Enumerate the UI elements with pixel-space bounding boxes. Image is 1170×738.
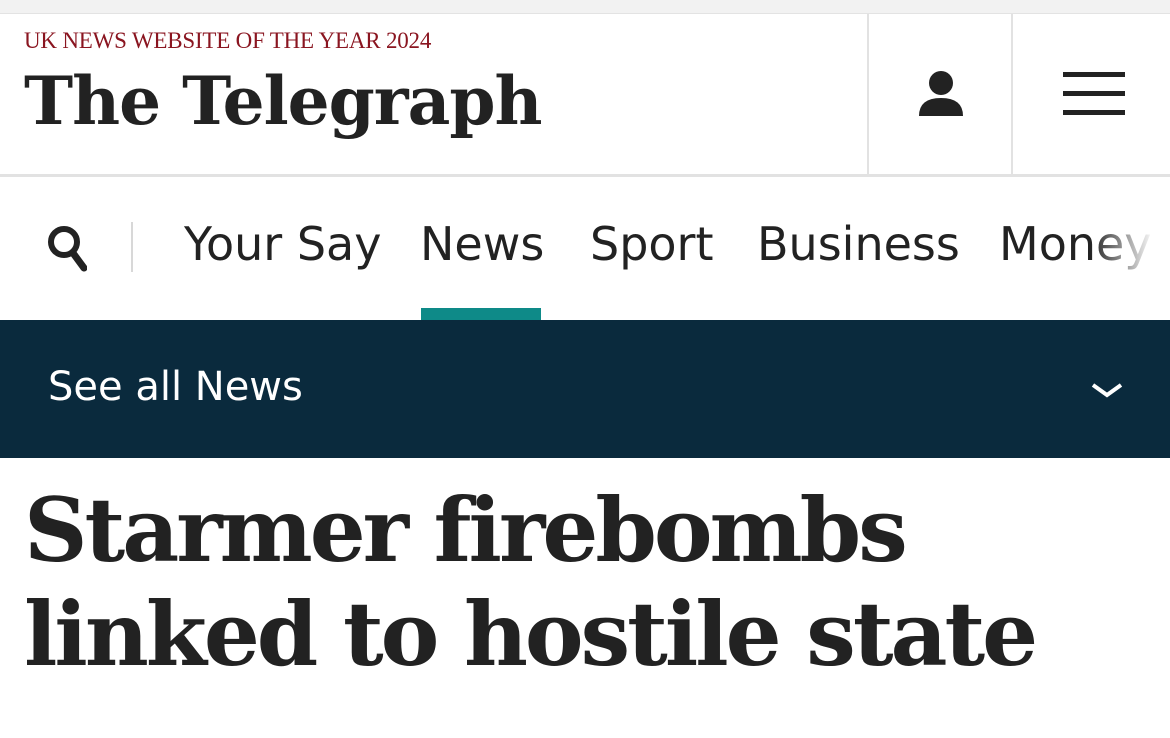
section-nav bbox=[0, 177, 1170, 320]
hamburger-menu-icon bbox=[1063, 72, 1125, 115]
telegraph-logo[interactable]: The Telegraph bbox=[24, 68, 542, 134]
chevron-down-icon bbox=[1091, 383, 1123, 398]
site-header: UK NEWS WEBSITE OF THE YEAR 2024 The Tel… bbox=[0, 14, 1170, 177]
menu-button[interactable] bbox=[1011, 14, 1170, 174]
search-icon bbox=[48, 226, 87, 272]
account-button[interactable] bbox=[867, 14, 1013, 174]
see-all-news-label: See all News bbox=[48, 364, 303, 410]
search-button[interactable] bbox=[38, 214, 94, 278]
nav-item-money[interactable]: Money bbox=[999, 214, 1152, 274]
top-strip bbox=[0, 0, 1170, 14]
person-icon bbox=[919, 71, 963, 116]
nav-item-news[interactable]: News bbox=[420, 214, 544, 274]
nav-item-sport[interactable]: Sport bbox=[590, 214, 714, 274]
nav-divider bbox=[131, 222, 133, 272]
article-headline: Starmer firebombs linked to hostile stat… bbox=[24, 478, 1038, 686]
nav-item-business[interactable]: Business bbox=[757, 214, 960, 274]
active-tab-indicator bbox=[421, 308, 541, 320]
award-banner: UK NEWS WEBSITE OF THE YEAR 2024 bbox=[24, 28, 432, 53]
nav-item-your-say[interactable]: Your Say bbox=[184, 214, 381, 274]
